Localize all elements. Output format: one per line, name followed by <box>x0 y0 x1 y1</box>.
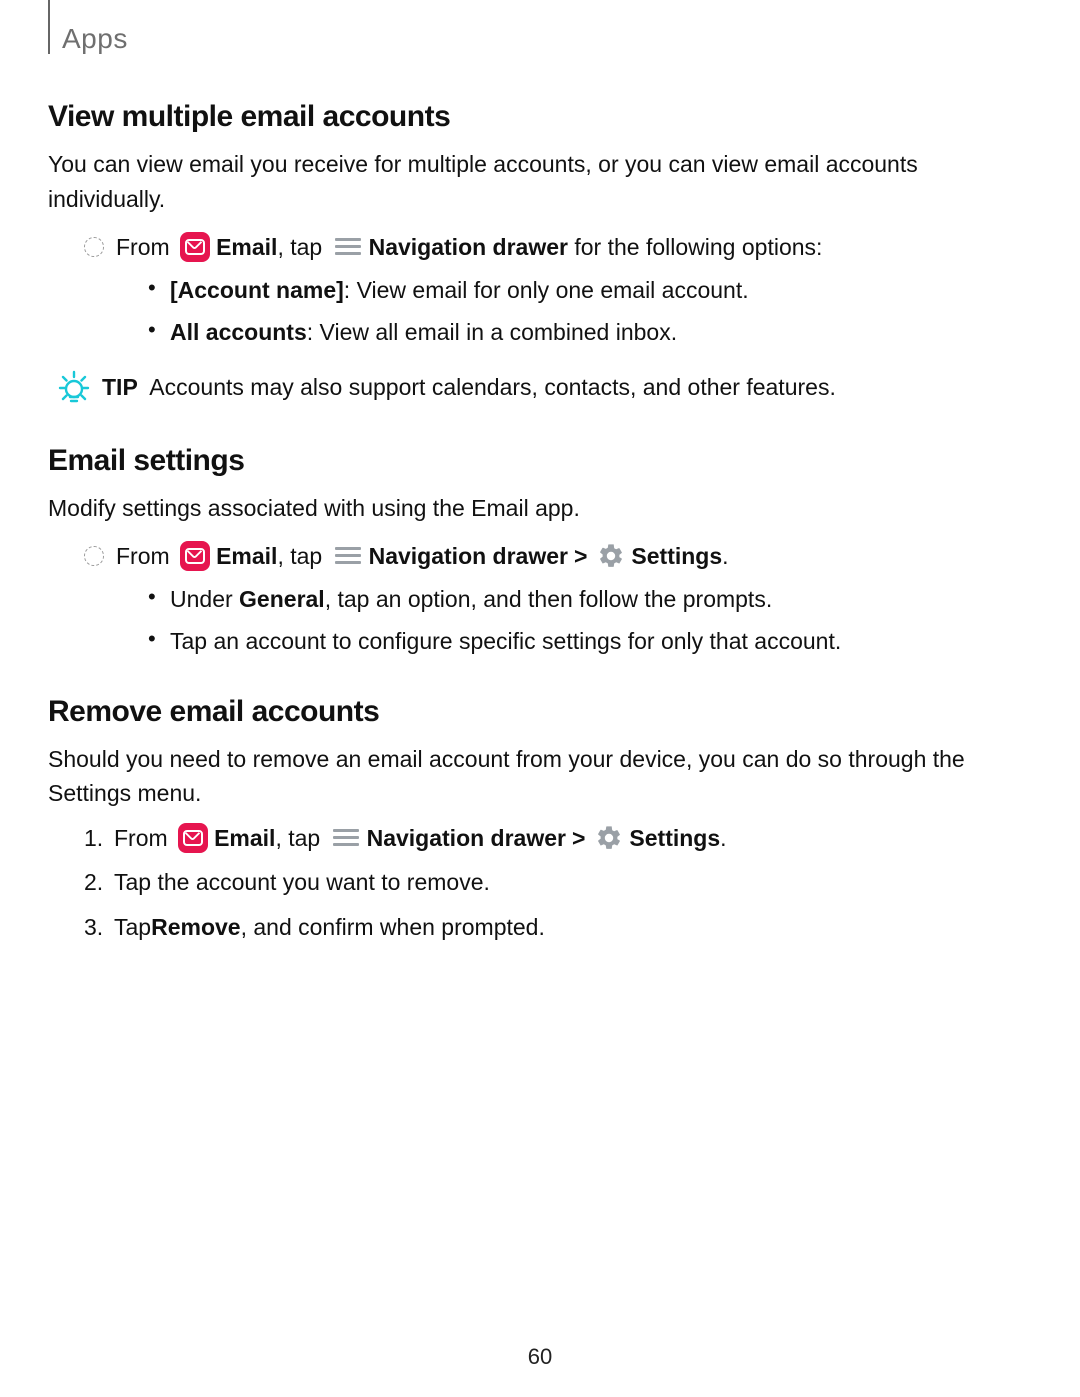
bullet-bold: General <box>239 586 325 612</box>
intro-email-settings: Modify settings associated with using th… <box>48 491 1032 526</box>
list-item: Tap an account to configure specific set… <box>148 624 1032 659</box>
text-email: Email <box>216 539 277 574</box>
settings-gear-icon <box>597 542 625 570</box>
text-tap: , tap <box>277 230 328 265</box>
intro-view-multiple: You can view email you receive for multi… <box>48 147 1032 216</box>
header-divider <box>48 0 50 54</box>
text-dot: . <box>720 821 726 856</box>
email-app-icon <box>180 541 210 571</box>
page-number: 60 <box>0 1340 1080 1373</box>
navigation-drawer-icon <box>335 236 361 258</box>
sub-bullets-1: [Account name]: View email for only one … <box>148 273 1032 350</box>
text-navdrawer: Navigation drawer <box>369 539 568 574</box>
step-bold: Remove <box>151 910 240 945</box>
list-item: Under General, tap an option, and then f… <box>148 582 1032 617</box>
chevron-right-icon: > <box>574 539 587 574</box>
step-text: Tap the account you want to remove. <box>114 865 490 900</box>
text-dot: . <box>722 539 728 574</box>
email-app-icon <box>180 232 210 262</box>
step-pre: Tap <box>114 910 151 945</box>
bullet-bold: [Account name] <box>170 277 344 303</box>
step-rest: , and confirm when prompted. <box>241 910 545 945</box>
bullet-rest: : View all email in a combined inbox. <box>307 319 677 345</box>
bullet-rest: Tap an account to configure specific set… <box>170 628 841 654</box>
instruction-line-2: From Email , tap Navigation drawer > Set… <box>84 539 1032 574</box>
text-settings: Settings <box>629 821 720 856</box>
email-app-icon <box>178 823 208 853</box>
step-number: 3. <box>84 910 114 945</box>
hollow-bullet-icon <box>84 237 104 257</box>
text-settings: Settings <box>631 539 722 574</box>
heading-view-multiple: View multiple email accounts <box>48 94 1032 139</box>
navigation-drawer-icon <box>335 545 361 567</box>
hollow-bullet-icon <box>84 546 104 566</box>
page-content: View multiple email accounts You can vie… <box>48 82 1032 948</box>
text-email: Email <box>216 230 277 265</box>
tip-row: TIP Accounts may also support calendars,… <box>54 368 1032 408</box>
heading-email-settings: Email settings <box>48 438 1032 483</box>
text-email: Email <box>214 821 275 856</box>
intro-remove-accounts: Should you need to remove an email accou… <box>48 742 1032 811</box>
bullet-rest: , tap an option, and then follow the pro… <box>325 586 773 612</box>
text-from: From <box>116 230 176 265</box>
list-item: [Account name]: View email for only one … <box>148 273 1032 308</box>
list-item: All accounts: View all email in a combin… <box>148 315 1032 350</box>
text-tap: , tap <box>275 821 326 856</box>
step-number: 1. <box>84 821 114 856</box>
bullet-pre: Under <box>170 586 239 612</box>
header-section-label: Apps <box>62 18 128 60</box>
navigation-drawer-icon <box>333 827 359 849</box>
text-navdrawer: Navigation drawer <box>369 230 568 265</box>
heading-remove-accounts: Remove email accounts <box>48 689 1032 734</box>
text-tap: , tap <box>277 539 328 574</box>
step-2: 2. Tap the account you want to remove. <box>84 865 1032 900</box>
step-number: 2. <box>84 865 114 900</box>
step-3: 3. Tap Remove, and confirm when prompted… <box>84 910 1032 945</box>
instruction-line-1: From Email , tap Navigation drawer for t… <box>84 230 1032 265</box>
sub-bullets-2: Under General, tap an option, and then f… <box>148 582 1032 659</box>
text-tail: for the following options: <box>568 230 822 265</box>
text-navdrawer: Navigation drawer <box>367 821 566 856</box>
bullet-bold: All accounts <box>170 319 307 345</box>
step-1: 1. From Email , tap Navigation drawer > … <box>84 821 1032 856</box>
settings-gear-icon <box>595 824 623 852</box>
lightbulb-tip-icon <box>54 368 94 408</box>
bullet-rest: : View email for only one email account. <box>344 277 749 303</box>
tip-label: TIP <box>102 370 138 405</box>
text-from: From <box>114 821 174 856</box>
text-from: From <box>116 539 176 574</box>
tip-text: Accounts may also support calendars, con… <box>138 370 836 405</box>
chevron-right-icon: > <box>572 821 585 856</box>
